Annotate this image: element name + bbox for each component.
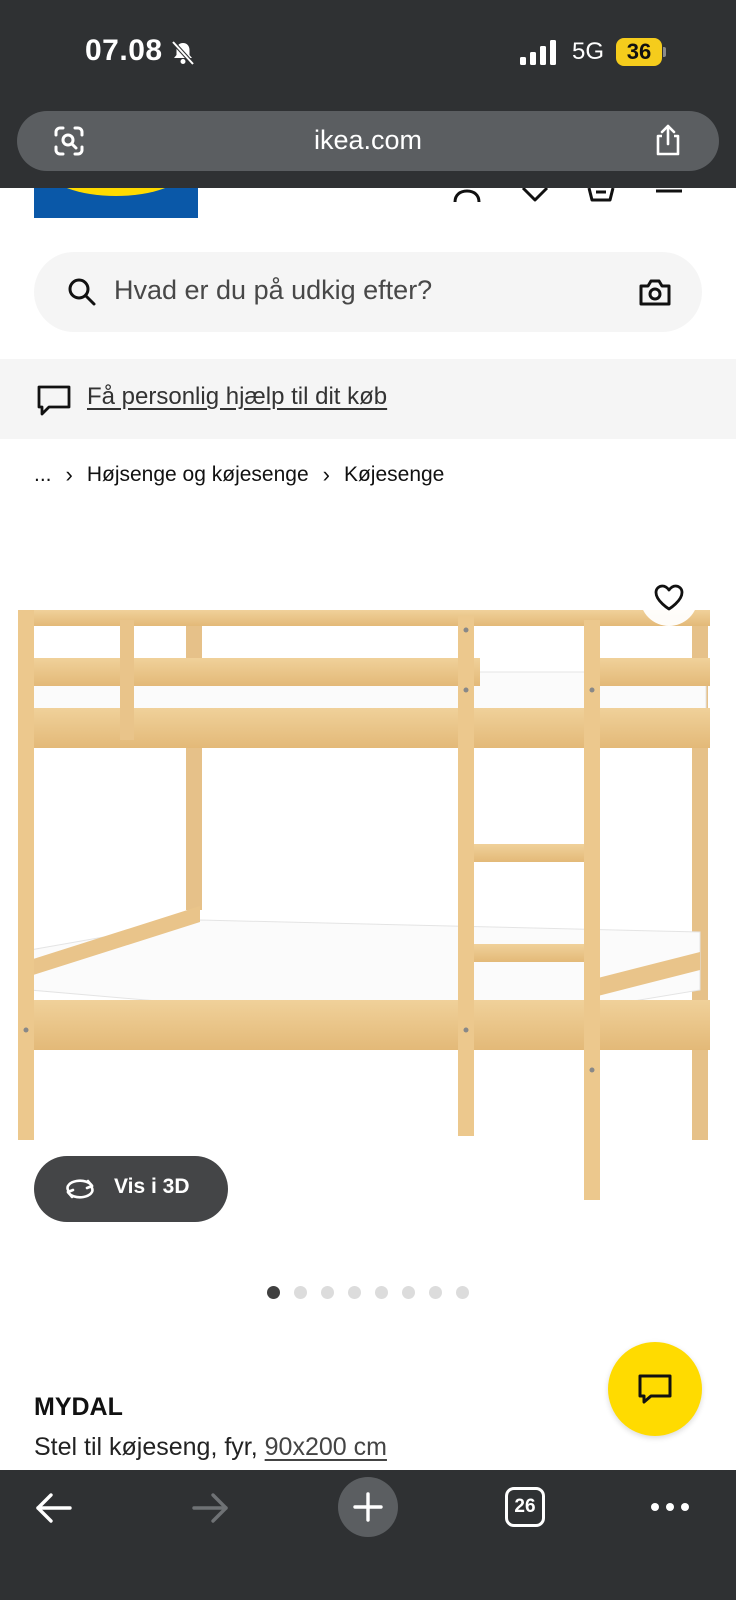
carousel-dot[interactable] xyxy=(294,1286,307,1299)
more-options-icon[interactable] xyxy=(650,1502,690,1512)
search-bar[interactable]: Hvad er du på udkig efter? xyxy=(34,252,702,332)
cellular-signal-icon xyxy=(520,40,556,65)
breadcrumb-item[interactable]: Højsenge og køjesenge xyxy=(87,463,309,487)
carousel-dot-active[interactable] xyxy=(267,1286,280,1299)
browser-top-chrome: 07.08 5G 36 ikea.com xyxy=(0,0,736,188)
breadcrumb-separator: › xyxy=(322,462,330,487)
back-arrow-icon[interactable] xyxy=(34,1490,74,1526)
image-carousel-dots xyxy=(267,1286,469,1299)
product-image-bunk-bed[interactable] xyxy=(0,560,736,1200)
plus-icon xyxy=(353,1492,383,1522)
carousel-dot[interactable] xyxy=(429,1286,442,1299)
breadcrumb-item[interactable]: Køjesenge xyxy=(344,463,444,487)
share-icon[interactable] xyxy=(653,123,683,157)
chat-bubble-icon xyxy=(37,385,71,416)
camera-search-icon[interactable] xyxy=(638,276,672,308)
carousel-dot[interactable] xyxy=(456,1286,469,1299)
product-name: MYDAL xyxy=(34,1393,123,1421)
tabs-count-button[interactable]: 26 xyxy=(505,1487,545,1527)
chat-button[interactable] xyxy=(608,1342,702,1436)
status-time: 07.08 xyxy=(85,34,163,67)
heart-icon xyxy=(654,584,684,611)
search-icon xyxy=(68,278,96,306)
product-description-text: Stel til køjeseng, fyr, xyxy=(34,1433,258,1461)
search-input[interactable]: Hvad er du på udkig efter? xyxy=(114,275,432,306)
forward-arrow-icon[interactable] xyxy=(190,1490,230,1526)
personal-help-link[interactable]: Få personlig hjælp til dit køb xyxy=(87,383,387,411)
carousel-dot[interactable] xyxy=(375,1286,388,1299)
battery-indicator: 36 xyxy=(616,38,666,66)
address-bar[interactable]: ikea.com xyxy=(17,111,719,171)
chat-icon xyxy=(638,1374,672,1404)
browser-bottom-toolbar: 26 xyxy=(0,1470,736,1600)
carousel-dot[interactable] xyxy=(321,1286,334,1299)
breadcrumb: ... › Højsenge og køjesenge › Køjesenge xyxy=(34,462,444,488)
view-in-3d-button[interactable]: Vis i 3D xyxy=(34,1156,228,1222)
breadcrumb-ellipsis[interactable]: ... xyxy=(34,463,52,487)
product-description: Stel til køjeseng, fyr, 90x200 cm xyxy=(34,1433,387,1462)
battery-tip xyxy=(663,47,666,57)
bell-muted-icon xyxy=(171,40,195,66)
add-to-favorites-button[interactable] xyxy=(640,568,698,626)
url-text[interactable]: ikea.com xyxy=(17,125,719,156)
product-size-link[interactable]: 90x200 cm xyxy=(265,1433,387,1461)
network-label: 5G xyxy=(572,38,605,65)
rotate-3d-icon xyxy=(66,1179,94,1199)
view-in-3d-label: Vis i 3D xyxy=(114,1175,190,1198)
carousel-dot[interactable] xyxy=(402,1286,415,1299)
battery-level: 36 xyxy=(616,38,662,66)
new-tab-button[interactable] xyxy=(338,1477,398,1537)
breadcrumb-separator: › xyxy=(65,462,73,487)
carousel-dot[interactable] xyxy=(348,1286,361,1299)
personal-help-banner[interactable]: Få personlig hjælp til dit køb xyxy=(0,359,736,439)
